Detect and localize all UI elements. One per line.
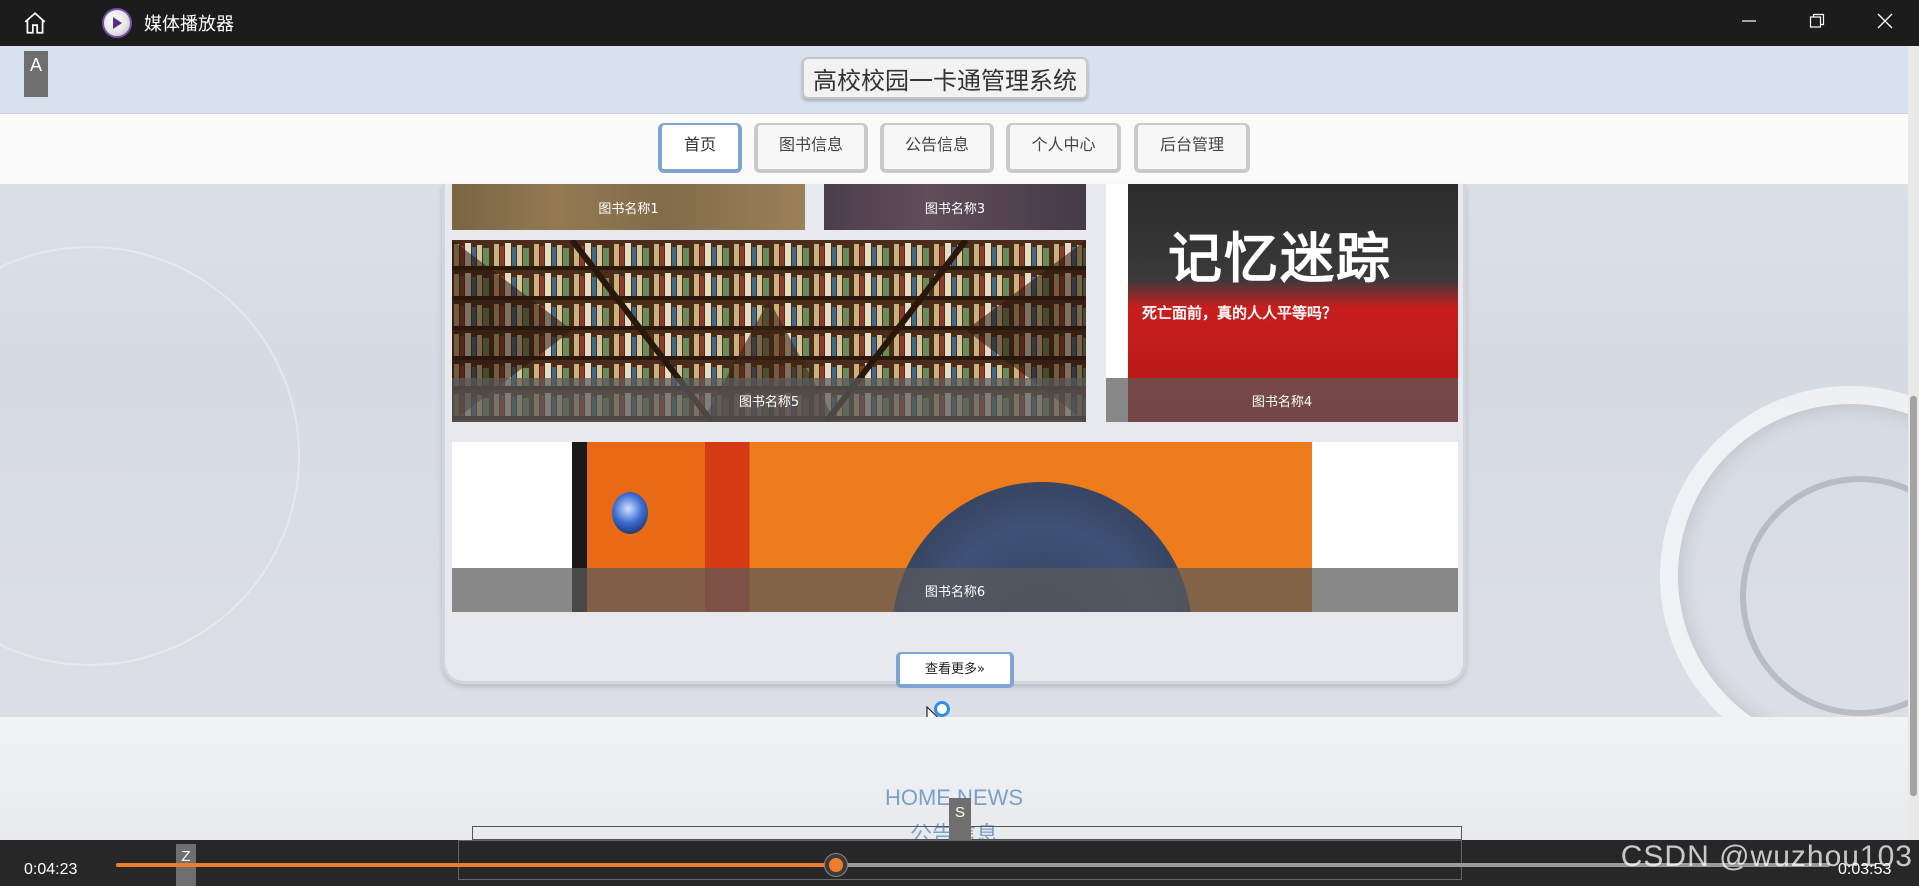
close-icon [1877, 13, 1893, 34]
video-viewport[interactable]: A 高校校园一卡通管理系统 首页 图书信息 公告信息 个人中心 后台管理 图书名… [0, 46, 1919, 840]
nav-profile[interactable]: 个人中心 [1006, 123, 1121, 173]
cover-subtitle: 死亡面前，真的人人平等吗？ [1142, 304, 1338, 322]
book-caption: 图书名称1 [452, 184, 805, 230]
close-button[interactable] [1851, 0, 1919, 46]
maximize-button[interactable] [1783, 0, 1851, 46]
book-card[interactable]: 记忆迷踪 死亡面前，真的人人平等吗？ 图书名称4 [1106, 184, 1458, 422]
watermark: CSDN @wuzhou103 [1620, 840, 1913, 873]
site-header: A 高校校园一卡通管理系统 [0, 46, 1908, 114]
cover-head [612, 492, 648, 534]
seek-bar-thumb[interactable] [824, 854, 847, 876]
nav-books[interactable]: 图书信息 [754, 123, 868, 173]
nav-home[interactable]: 首页 [658, 123, 742, 173]
seek-bar-played [116, 863, 836, 867]
minimize-icon [1741, 13, 1757, 34]
current-time: 0:04:23 [24, 861, 78, 878]
main-nav: 首页 图书信息 公告信息 个人中心 后台管理 [0, 114, 1908, 184]
decorative-ring [0, 246, 300, 666]
scrollbar-thumb[interactable] [1910, 396, 1917, 796]
view-more-button[interactable]: 查看更多» [896, 652, 1014, 688]
home-icon[interactable] [18, 6, 52, 40]
site-title: 高校校园一卡通管理系统 [802, 57, 1088, 99]
play-icon [102, 8, 132, 38]
nav-admin[interactable]: 后台管理 [1134, 123, 1250, 173]
seek-bar[interactable] [116, 854, 1830, 876]
key-tip-s: S [949, 798, 971, 840]
player-controls: 0:04:23 Z 0:03:53 CSDN @wuzhou103 [0, 840, 1919, 886]
window-title: 媒体播放器 [144, 14, 234, 35]
restore-icon [1809, 13, 1825, 34]
book-card[interactable]: 图书名称6 [452, 442, 1458, 612]
book-caption: 图书名称4 [1106, 378, 1458, 422]
cover-title: 记忆迷踪 [1168, 226, 1392, 290]
key-tip-a: A [24, 51, 48, 97]
book-caption: 图书名称6 [452, 568, 1458, 612]
book-caption: 图书名称3 [824, 184, 1086, 230]
minimize-button[interactable] [1715, 0, 1783, 46]
window-titlebar: 媒体播放器 [0, 0, 1919, 46]
book-card[interactable]: 图书名称3 [824, 184, 1086, 230]
book-card[interactable]: 图书名称1 [452, 184, 805, 230]
selection-outline [458, 840, 1462, 880]
book-caption: 图书名称5 [452, 378, 1086, 422]
book-card[interactable]: 图书名称5 [452, 240, 1086, 422]
page-scrollbar[interactable] [1908, 46, 1919, 840]
nav-notices[interactable]: 公告信息 [880, 123, 994, 173]
